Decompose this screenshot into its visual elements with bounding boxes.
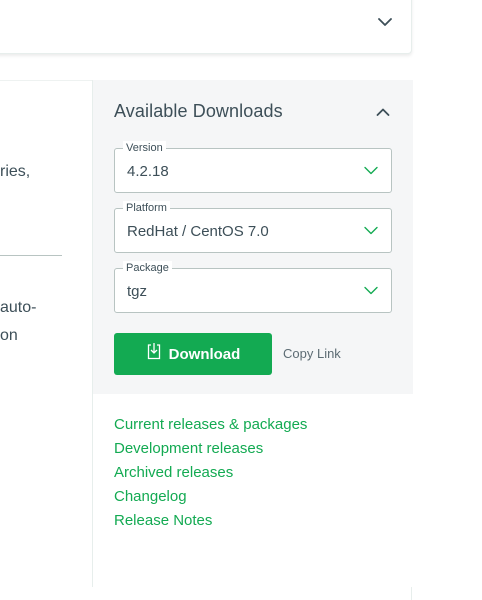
link-archived-releases[interactable]: Archived releases: [114, 461, 307, 485]
link-development-releases[interactable]: Development releases: [114, 437, 307, 461]
chevron-down-icon: [364, 226, 378, 235]
package-value: tgz: [127, 283, 148, 300]
available-downloads-panel: Available Downloads Version 4.2.18 Platf…: [92, 80, 413, 587]
platform-select[interactable]: Platform RedHat / CentOS 7.0: [114, 201, 392, 253]
package-label: Package: [123, 261, 172, 275]
copy-link[interactable]: Copy Link: [283, 346, 341, 361]
link-current-releases[interactable]: Current releases & packages: [114, 413, 307, 437]
release-links: Current releases & packages Development …: [114, 413, 307, 533]
download-button[interactable]: Download: [114, 333, 272, 375]
version-select[interactable]: Version 4.2.18: [114, 141, 392, 193]
version-value: 4.2.18: [127, 163, 169, 180]
chevron-up-icon[interactable]: [376, 107, 390, 117]
link-release-notes[interactable]: Release Notes: [114, 509, 307, 533]
chevron-down-icon: [364, 166, 378, 175]
description-text-fragment: on: [0, 327, 18, 344]
divider: [0, 255, 62, 256]
downloads-form: Available Downloads Version 4.2.18 Platf…: [93, 80, 413, 394]
chevron-down-icon[interactable]: [377, 16, 393, 28]
description-text-fragment: ries,: [0, 163, 31, 180]
platform-label: Platform: [123, 201, 170, 215]
version-label: Version: [123, 141, 166, 155]
platform-value: RedHat / CentOS 7.0: [127, 223, 269, 240]
download-icon: [147, 343, 160, 360]
link-changelog[interactable]: Changelog: [114, 485, 307, 509]
chevron-down-icon: [364, 286, 378, 295]
panel-title: Available Downloads: [114, 101, 283, 121]
package-select[interactable]: Package tgz: [114, 261, 392, 313]
collapsed-section-card[interactable]: [0, 0, 412, 54]
description-text-fragment: auto-: [0, 299, 37, 316]
download-button-label: Download: [168, 345, 241, 363]
